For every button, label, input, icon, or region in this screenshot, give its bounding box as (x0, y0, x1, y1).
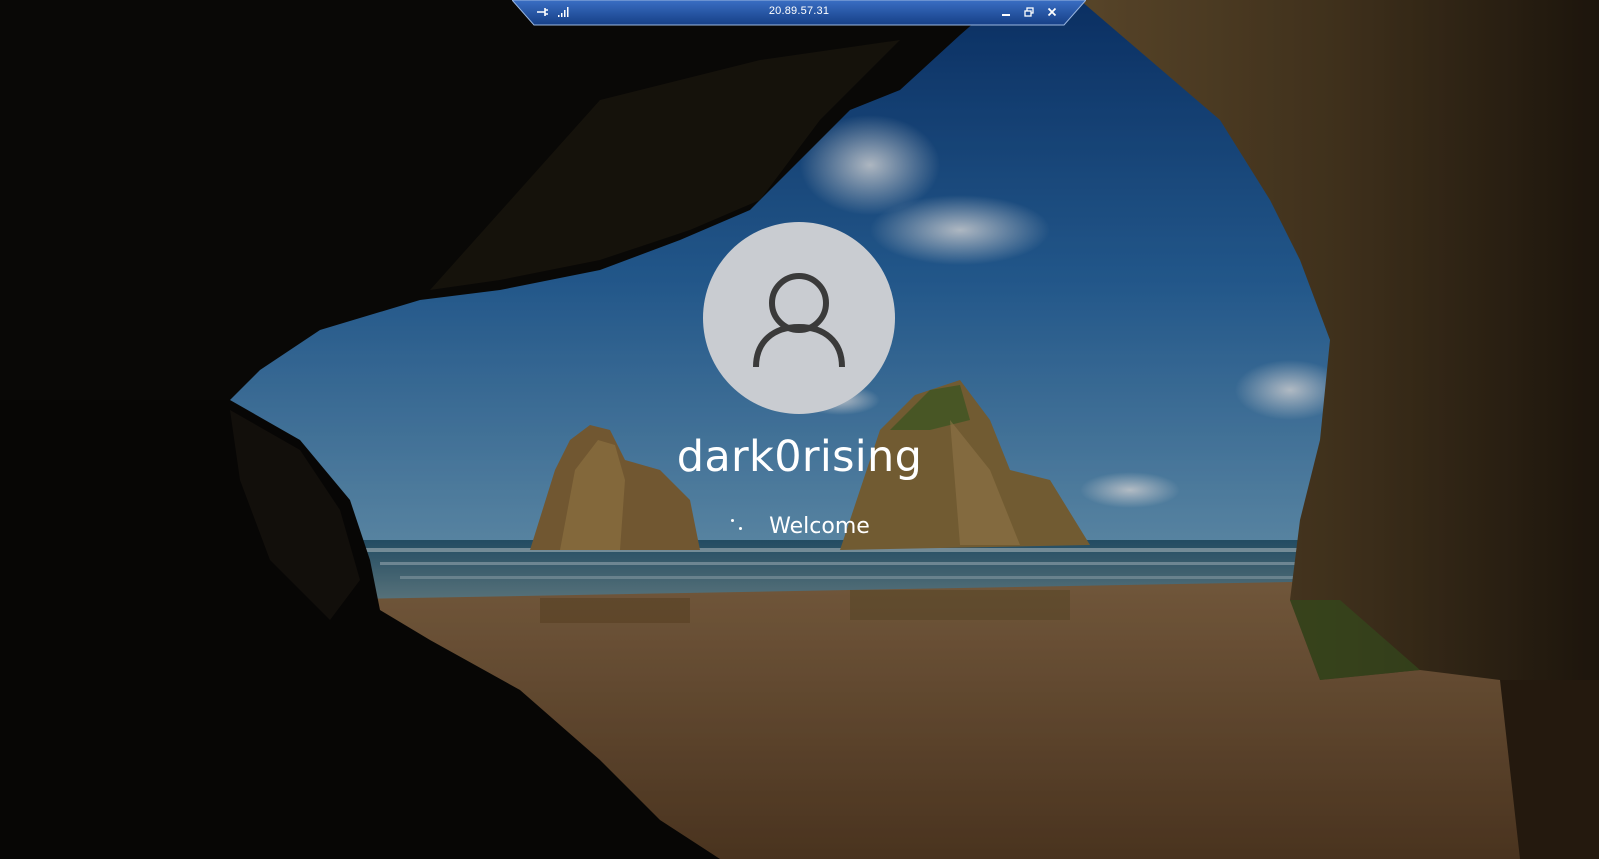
login-screen: 20.89.57.31 dark0rising Welcome (0, 0, 1599, 859)
loading-spinner-icon (729, 516, 749, 536)
person-glyph-icon (753, 273, 845, 368)
close-icon[interactable] (1043, 3, 1061, 21)
restore-icon[interactable] (1020, 3, 1038, 21)
rdp-connection-bar: 20.89.57.31 (512, 0, 1086, 26)
signin-status: Welcome (0, 511, 1599, 541)
lock-screen-wallpaper (0, 0, 1599, 859)
minimize-icon[interactable] (997, 3, 1015, 21)
user-avatar-icon (703, 222, 895, 414)
welcome-message: Welcome (769, 513, 870, 539)
username-label: dark0rising (676, 432, 923, 482)
